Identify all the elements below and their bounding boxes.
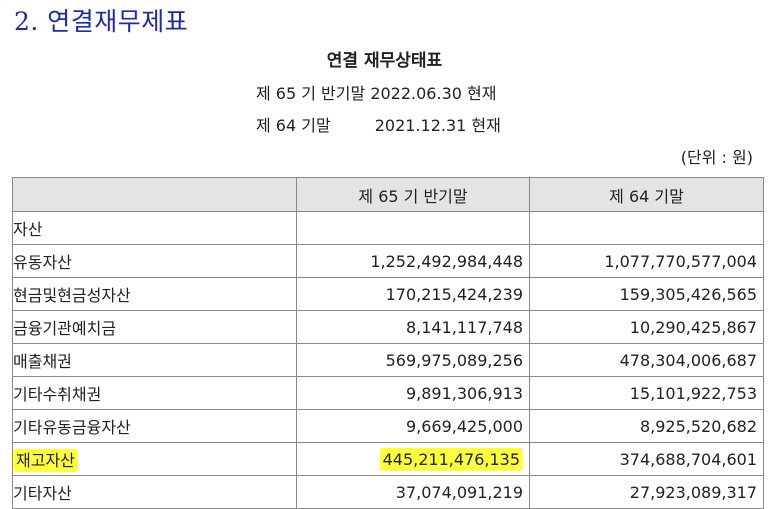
balance-sheet-table: 제 65 기 반기말 제 64 기말 자산 유동자산 1,252,492,984… [12,177,764,509]
table-row: 기타자산 37,074,091,219 27,923,089,317 [12,475,764,509]
period-prior-line: 제 64 기말 2021.12.31 현재 [256,112,501,136]
account-name: 기타유동금융자산 [12,409,297,443]
table-row: 매출채권 569,975,089,256 478,304,006,687 [12,343,764,377]
current-value: 569,975,089,256 [296,343,530,377]
prior-value: 159,305,426,565 [529,277,764,311]
period-prior-date: 2021.12.31 현재 [374,116,501,135]
unit-label: (단위 : 원) [680,148,753,167]
table-row: 유동자산 1,252,492,984,448 1,077,770,577,004 [12,244,764,278]
highlight-mark: 재고자산 [13,449,78,472]
prior-value [529,211,764,245]
prior-value: 1,077,770,577,004 [529,244,764,278]
table-row: 금융기관예치금 8,141,117,748 10,290,425,867 [12,310,764,344]
period-current-date: 2022.06.30 현재 [370,84,497,103]
account-name: 기타자산 [12,475,297,509]
current-value: 9,669,425,000 [296,409,530,443]
prior-value: 27,923,089,317 [529,475,764,509]
table-row-highlighted: 재고자산 445,211,476,135 374,688,704,601 [12,442,764,476]
account-name: 매출채권 [12,343,297,377]
period-prior-label: 제 64 기말 [256,116,331,135]
table-row: 현금및현금성자산 170,215,424,239 159,305,426,565 [12,277,764,311]
highlight-mark: 445,211,476,135 [379,447,523,471]
prior-value: 374,688,704,601 [529,442,764,476]
table-row: 기타유동금융자산 9,669,425,000 8,925,520,682 [12,409,764,443]
section-title: 2. 연결재무제표 [14,7,189,36]
current-value: 8,141,117,748 [296,310,530,344]
statement-title: 연결 재무상태표 [326,51,443,71]
current-value: 170,215,424,239 [296,277,530,311]
period-current-line: 제 65 기 반기말 2022.06.30 현재 [256,80,496,104]
account-name-highlighted: 재고자산 [12,442,297,476]
prior-value: 478,304,006,687 [529,343,764,377]
period-current-label: 제 65 기 반기말 [256,84,366,103]
current-value-highlighted: 445,211,476,135 [296,442,530,476]
current-value: 1,252,492,984,448 [296,244,530,278]
account-name: 현금및현금성자산 [12,277,297,311]
prior-value: 10,290,425,867 [529,310,764,344]
header-prior-period: 제 64 기말 [529,177,764,212]
table-header-row: 제 65 기 반기말 제 64 기말 [12,177,764,212]
current-value [296,211,530,245]
current-value: 37,074,091,219 [296,475,530,509]
header-current-period: 제 65 기 반기말 [296,177,530,212]
table-row: 기타수취채권 9,891,306,913 15,101,922,753 [12,376,764,410]
table-row: 자산 [12,211,764,245]
account-name: 기타수취채권 [12,376,297,410]
account-name: 금융기관예치금 [12,310,297,344]
header-account [12,177,297,212]
current-value: 9,891,306,913 [296,376,530,410]
account-name: 유동자산 [12,244,297,278]
prior-value: 8,925,520,682 [529,409,764,443]
account-name: 자산 [12,211,297,245]
prior-value: 15,101,922,753 [529,376,764,410]
